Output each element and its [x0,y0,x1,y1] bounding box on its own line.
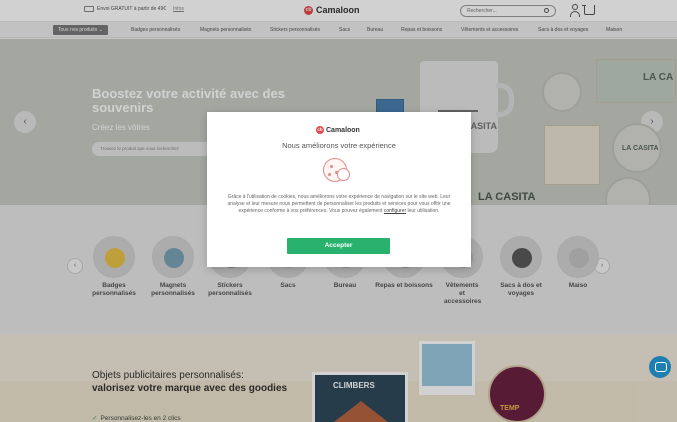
configure-link[interactable]: configurer [384,208,406,214]
cookie-consent-modal: cb Camaloon Nous améliorons votre expéri… [207,112,471,267]
modal-brand-logo: cb Camaloon [316,126,360,134]
cookie-icon [321,156,353,184]
modal-brand-name: Camaloon [326,126,360,134]
accept-button[interactable]: Accepter [287,238,390,254]
modal-title: Nous améliorons votre expérience [282,141,396,150]
chat-icon[interactable] [649,356,671,378]
logo-mark-icon: cb [316,126,324,134]
modal-body-text: Grâce à l'utilisation de cookies, nous a… [227,194,451,214]
